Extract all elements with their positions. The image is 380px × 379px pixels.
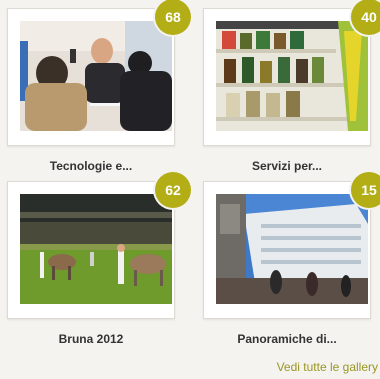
gallery-thumbnail-frame[interactable] [203,181,371,319]
gallery-title[interactable]: Servizi per... [203,159,371,173]
cattle-arena-photo[interactable] [20,194,172,304]
conference-photo[interactable] [20,21,172,131]
gallery-grid: 68 Tecnologie e... 40 Servizi per... 62 … [0,0,380,379]
gallery-title[interactable]: Tecnologie e... [7,159,175,173]
building-panorama-photo[interactable] [216,194,368,304]
photo-count-badge: 68 [155,0,191,35]
gallery-thumbnail-frame[interactable] [7,181,175,319]
shelf-bottles-photo[interactable] [216,21,368,131]
gallery-title[interactable]: Panoramiche di... [203,332,371,346]
all-galleries-link[interactable]: Vedi tutte le gallery [277,360,378,374]
gallery-thumbnail-frame[interactable] [203,8,371,146]
photo-count-badge: 40 [351,0,380,35]
gallery-title[interactable]: Bruna 2012 [7,332,175,346]
photo-count-badge: 62 [155,172,191,208]
photo-count-badge: 15 [351,172,380,208]
gallery-thumbnail-frame[interactable] [7,8,175,146]
